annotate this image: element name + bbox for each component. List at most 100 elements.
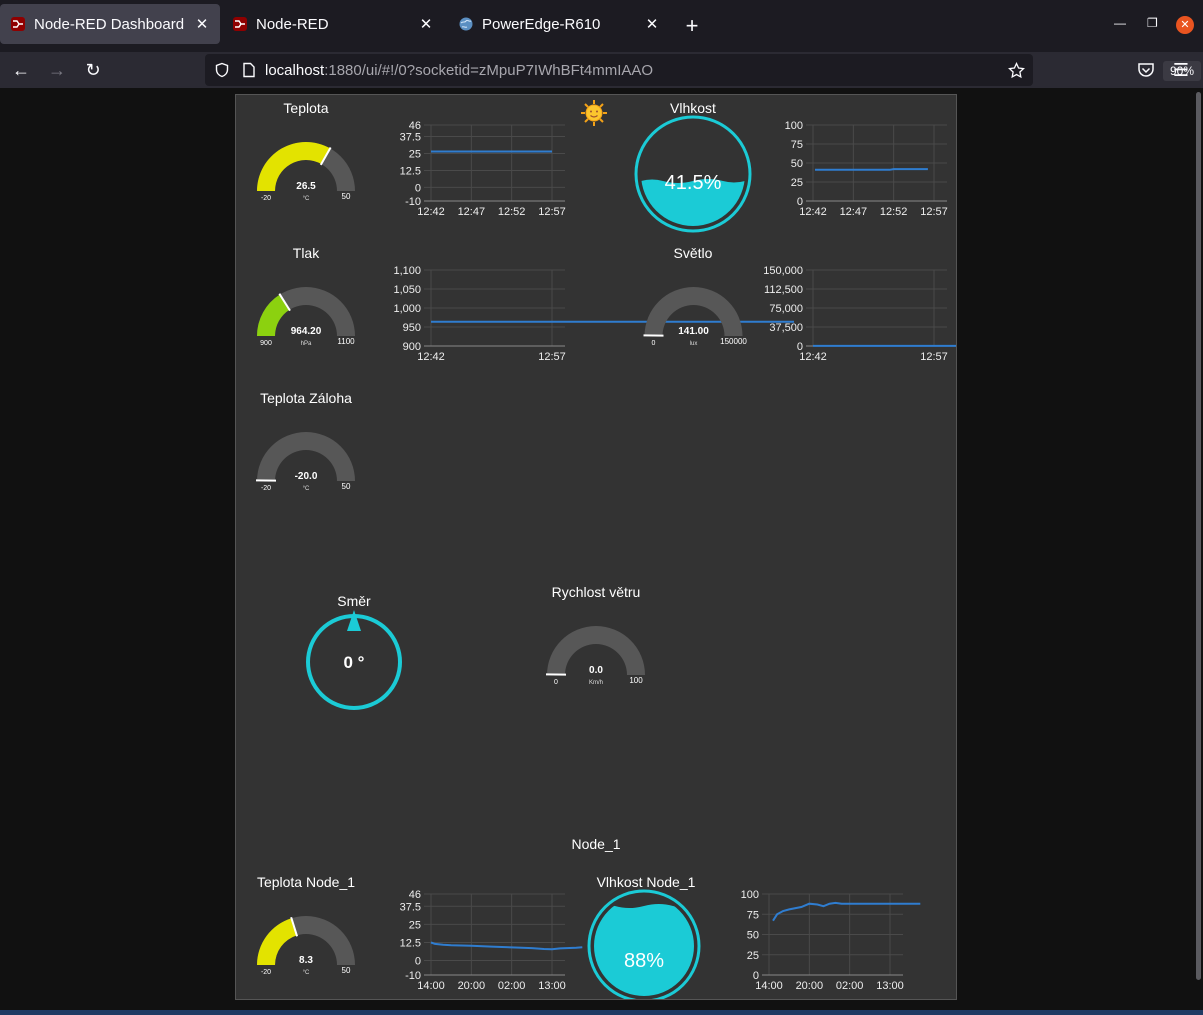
vlhkost-node1-liquid-gauge: 88%	[586, 888, 702, 999]
tlak-gauge: 964.20 hPa 900 1100	[257, 287, 355, 347]
gauge-max: 1100	[337, 337, 355, 346]
url-host: localhost	[265, 61, 325, 79]
tab-poweredge[interactable]: PowerEdge-R610 ✕	[448, 4, 670, 44]
smer-value: 0 °	[343, 653, 365, 672]
page-scrollbar[interactable]	[1196, 92, 1201, 980]
chart-x-tick: 12:52	[880, 206, 908, 218]
sun-weather-icon	[580, 99, 608, 127]
minimize-icon[interactable]: —	[1114, 16, 1126, 30]
bookmark-star-icon[interactable]	[1008, 62, 1025, 79]
chart-y-tick: 50	[747, 930, 759, 942]
chart-x-tick: 02:00	[498, 980, 526, 992]
chart-x-tick: 12:57	[920, 351, 948, 363]
node-red-icon	[11, 17, 25, 31]
tab-title: Node-RED	[256, 15, 329, 33]
close-tab-icon[interactable]: ✕	[194, 15, 210, 33]
gauge-unit: °C	[303, 196, 310, 202]
teplota-chart: -10012.52537.54612:42 12:47 12:52 12:57	[400, 120, 566, 218]
gauge-value: 141.00	[678, 326, 709, 337]
chart-y-tick: 25	[791, 177, 803, 189]
chart-series-line	[772, 901, 921, 922]
gauge-max: 50	[342, 482, 351, 491]
compass-needle-icon	[347, 610, 361, 631]
window-close-icon[interactable]: ✕	[1176, 16, 1194, 34]
close-tab-icon[interactable]: ✕	[418, 15, 434, 33]
vlhkost-node1-value: 88%	[623, 950, 665, 972]
gauge-min: 0	[652, 340, 656, 347]
tab-title: Node-RED Dashboard	[34, 15, 185, 33]
chart-x-tick: 14:00	[417, 980, 445, 992]
gauge-min: 0	[554, 679, 558, 686]
rychlost-gauge: 0.0 Km/h 0 100	[545, 626, 645, 686]
url-bar[interactable]: localhost:1880/ui/#!/0?socketid=zMpuP7IW…	[205, 54, 1201, 86]
chart-x-tick: 12:42	[799, 351, 827, 363]
gauge-max: 150000	[720, 337, 747, 346]
chart-y-tick: 25	[409, 149, 421, 161]
forward-icon[interactable]: →	[43, 56, 71, 84]
chart-x-tick: 12:42	[799, 206, 827, 218]
chart-y-tick: 46	[409, 889, 421, 901]
gauge-min: -20	[261, 969, 271, 976]
gauge-value: 26.5	[296, 181, 316, 192]
back-icon[interactable]: ←	[7, 56, 35, 84]
chart-y-tick: 12.5	[400, 165, 421, 177]
vlhkost-value: 41.5%	[664, 172, 722, 194]
chart-x-tick: 02:00	[836, 980, 864, 992]
pocket-icon[interactable]	[1137, 61, 1155, 79]
gauge-unit: °C	[303, 970, 310, 976]
close-tab-icon[interactable]: ✕	[644, 15, 660, 33]
teplota-title: Teplota	[283, 100, 329, 116]
smer-compass: 0 °	[304, 610, 404, 710]
shield-icon[interactable]	[214, 62, 230, 78]
chart-y-tick: 950	[403, 322, 421, 334]
chart-y-tick: 100	[785, 120, 803, 132]
tab-node-red[interactable]: Node-RED ✕	[222, 4, 444, 44]
chart-x-tick: 12:42	[417, 351, 445, 363]
new-tab-icon[interactable]: +	[680, 12, 704, 40]
chart-y-tick: 46	[409, 120, 421, 132]
chart-y-tick: 37.5	[400, 901, 421, 913]
chart-y-tick: 25	[409, 919, 421, 931]
url-path: :1880/ui/#!/0?socketid=zMpuP7IWhBFt4mmIA…	[324, 61, 654, 79]
maximize-icon[interactable]: ❐	[1147, 16, 1158, 30]
node1-group-title: Node_1	[571, 836, 621, 852]
gauge-value: 964.20	[291, 326, 322, 337]
chart-y-tick: 37.5	[400, 132, 421, 144]
navigation-bar: ← → ↻ localhost:1880/ui/#!/0?socketid=zM…	[0, 52, 1203, 88]
chart-x-tick: 12:42	[417, 206, 445, 218]
gauge-value: 8.3	[299, 955, 313, 966]
chart-x-tick: 20:00	[796, 980, 824, 992]
chart-y-tick: 150,000	[763, 265, 803, 277]
vlhkost-node1-chart: 025507510014:00 20:00 02:00 13:00	[741, 889, 921, 992]
tlak-chart: 9009501,0001,0501,10012:42 12:57	[393, 265, 794, 363]
gauge-unit: °C	[303, 486, 310, 492]
chart-x-tick: 12:57	[538, 206, 566, 218]
chart-y-tick: 12.5	[400, 937, 421, 949]
chart-x-tick: 12:47	[458, 206, 486, 218]
globe-icon	[459, 17, 473, 31]
gauge-unit: lux	[690, 341, 698, 347]
gauge-min: -20	[261, 195, 271, 202]
menu-icon[interactable]: ☰	[1167, 56, 1195, 84]
svetlo-title: Světlo	[673, 245, 713, 261]
chart-y-tick: 75,000	[769, 303, 803, 315]
page-icon[interactable]	[242, 62, 256, 78]
chart-series-line	[430, 941, 583, 951]
chart-x-tick: 12:52	[498, 206, 526, 218]
tab-bar: Node-RED Dashboard ✕ Node-RED ✕ PowerEdg…	[0, 0, 1203, 52]
tab-node-red-dashboard[interactable]: Node-RED Dashboard ✕	[0, 4, 220, 44]
vlhkost-liquid-gauge: 41.5%	[633, 114, 753, 234]
dashboard-panel: Teplota 26.5 °C -20 50 -10 0 12.5 25 37.5 46 12:4…	[235, 94, 957, 1000]
reload-icon[interactable]: ↻	[79, 56, 107, 84]
chart-y-tick: 100	[741, 889, 759, 901]
svetlo-chart: 037,50075,000112,500150,00012:42 12:57	[763, 265, 956, 363]
chart-y-tick: 37,500	[769, 322, 803, 334]
chart-y-tick: 75	[747, 909, 759, 921]
gauge-fill	[257, 918, 297, 965]
chart-x-tick: 20:00	[458, 980, 486, 992]
gauge-max: 50	[342, 966, 351, 975]
svetlo-gauge: 141.00 lux 0 150000	[643, 287, 747, 347]
gauge-max: 100	[629, 676, 643, 685]
chart-x-tick: 13:00	[876, 980, 904, 992]
teplota-gauge: 26.5 °C -20 50	[257, 141, 355, 202]
